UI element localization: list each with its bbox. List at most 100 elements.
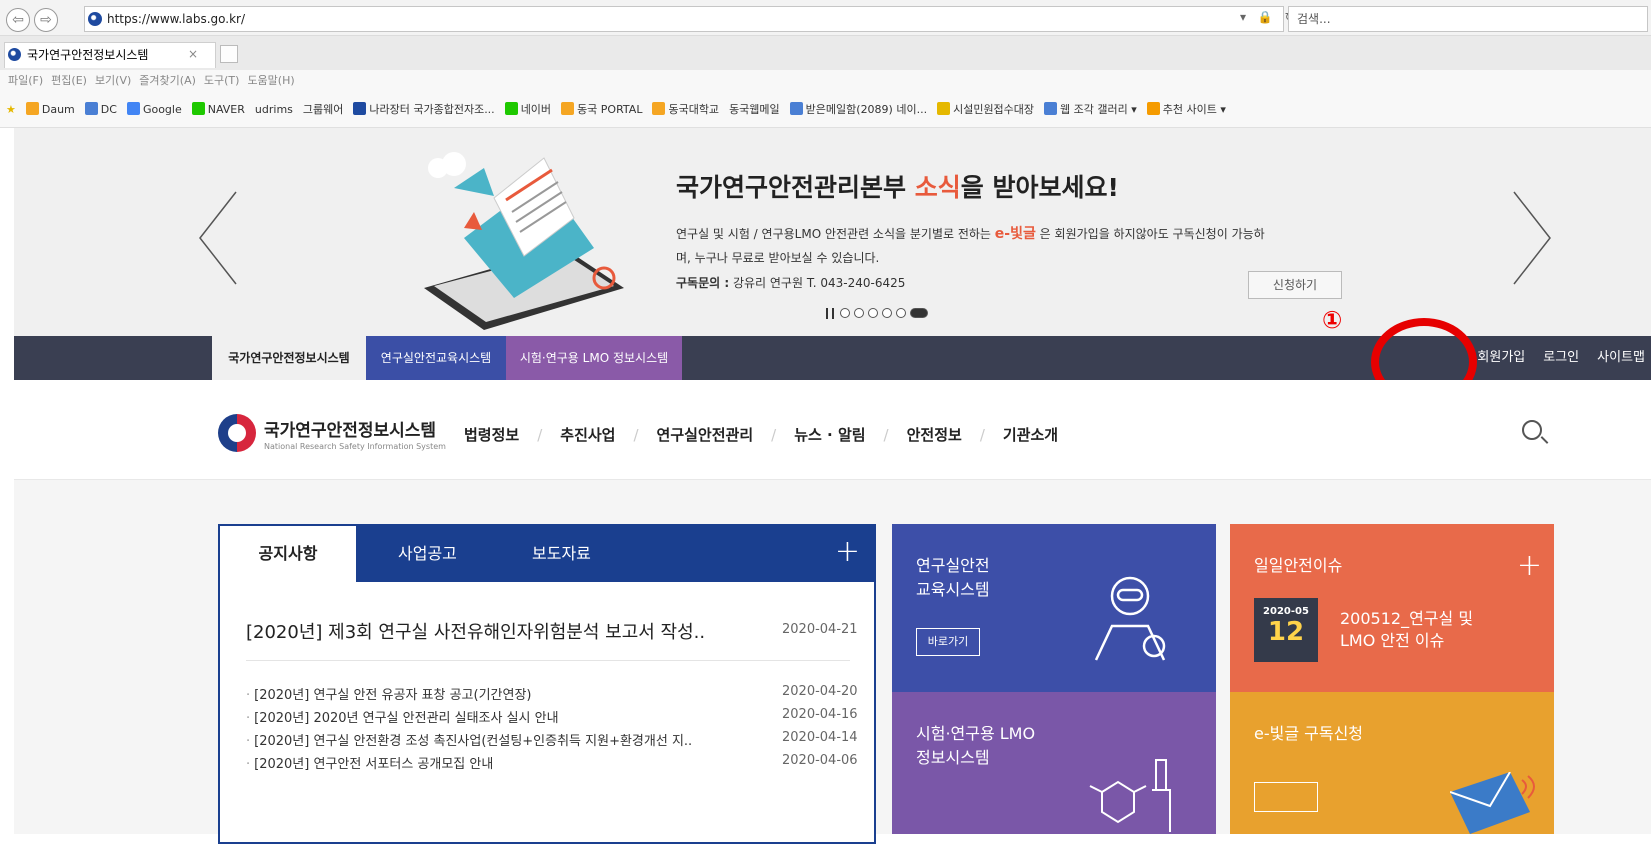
gnb-menu-item[interactable]: 추진사업	[560, 426, 615, 444]
gnb-menu-item[interactable]: 기관소개	[1003, 426, 1058, 444]
step-number-marker: ①	[1322, 306, 1343, 334]
favorite-link[interactable]: NAVER	[191, 92, 245, 128]
slider-dot[interactable]	[896, 308, 906, 318]
banner-description: 연구실 및 시험 / 연구용LMO 안전관련 소식을 분기별로 전하는 e-빛글…	[676, 222, 1276, 270]
favorite-link[interactable]: 동국대학교	[652, 92, 719, 128]
contact-text: 강유리 연구원 T. 043-240-6425	[729, 276, 906, 290]
favorite-site-icon	[353, 102, 367, 115]
favorite-link[interactable]: 받은메일함(2089) 네이...	[789, 92, 928, 128]
tab-close-icon[interactable]: ×	[188, 47, 198, 61]
forward-button[interactable]: ⇨	[34, 8, 58, 32]
contact-label: 구독문의 :	[676, 276, 730, 290]
tile-daily-safety-issue[interactable]: 일일안전이슈 + 2020-05 12 200512_연구실 및 LMO 안전 …	[1230, 524, 1554, 692]
notice-more-plus-icon[interactable]: +	[835, 534, 860, 569]
tile-lmo-title-line2: 정보시스템	[916, 748, 990, 767]
favorite-link[interactable]: 그룹웨어	[303, 92, 343, 128]
notice-item-title: [2020년] 연구안전 서포터스 공개모집 안내	[254, 757, 494, 772]
slider-dot[interactable]	[910, 308, 928, 318]
favorite-site-icon	[25, 102, 39, 115]
browser-search-input[interactable]: 검색...	[1288, 6, 1648, 32]
gnb-menu-item[interactable]: 법령정보	[464, 426, 519, 444]
browser-tab-active[interactable]: 국가연구안전정보시스템	[4, 42, 216, 68]
sitemap-link[interactable]: 사이트맵	[1597, 350, 1645, 365]
notice-list-item[interactable]: · [2020년] 연구실 안전 유공자 표창 공고(기간연장) 2020-04-2…	[246, 684, 858, 707]
favorite-link[interactable]: DC	[84, 92, 117, 128]
favorite-label: Google	[142, 103, 182, 116]
tab-lab-safety-education[interactable]: 연구실안전교육시스템	[366, 336, 506, 380]
tab-strip: 국가연구안전정보시스템 ×	[0, 36, 1651, 70]
browser-menu-item[interactable]: 도움말(H)	[247, 74, 294, 87]
subscribe-button[interactable]	[1254, 782, 1318, 812]
gnb-separator: /	[633, 426, 639, 444]
favorite-link[interactable]: 시설민원접수대장	[937, 92, 1034, 128]
slider-dot[interactable]	[854, 308, 864, 318]
browser-menu-item[interactable]: 도구(T)	[204, 74, 240, 87]
slider-dot[interactable]	[882, 308, 892, 318]
tile-lab-safety-education[interactable]: 연구실안전 교육시스템 바로가기	[892, 524, 1216, 692]
divider	[246, 660, 850, 661]
issue-title-line2: LMO 안전 이슈	[1340, 631, 1445, 650]
gnb-menu-item[interactable]: 연구실안전관리	[657, 426, 754, 444]
tab-business-announcements[interactable]: 사업공고	[398, 526, 457, 582]
tab-notices[interactable]: 공지사항	[220, 526, 356, 582]
bullet-icon: ·	[246, 757, 251, 772]
favorite-link[interactable]: 웹 조각 갤러리 ▾	[1044, 92, 1137, 128]
back-arrow-icon: ⇦	[12, 12, 24, 28]
favorite-link[interactable]: Daum	[25, 92, 75, 128]
favorite-label: udrims	[254, 103, 293, 116]
tile-ebitgeul-subscription[interactable]: e-빛글 구독신청	[1230, 692, 1554, 834]
search-icon[interactable]	[1522, 420, 1542, 440]
gnb-menu-item[interactable]: 안전정보	[907, 426, 962, 444]
tab-press-releases[interactable]: 보도자료	[532, 526, 591, 582]
favorite-link[interactable]: 동국웹메일	[729, 92, 780, 128]
headline-notice[interactable]: [2020년] 제3회 연구실 사전유해인자위험분석 보고서 작성..	[246, 618, 705, 644]
gnb-menu-item[interactable]: 뉴스 · 알림	[794, 426, 865, 444]
banner-prev-arrow-icon[interactable]	[194, 188, 244, 288]
tab-lmo-info-system[interactable]: 시험·연구용 LMO 정보시스템	[506, 336, 682, 380]
top-utility-links: 회원가입 로그인 사이트맵	[1459, 336, 1645, 380]
banner-title-post: 을 받아보세요!	[960, 173, 1119, 202]
favorites-bar: ★ Daum DC Google NAVER udrims 그룹웨어 나라장터 국가종합전자조…	[0, 92, 1651, 128]
tile-lmo-info-system[interactable]: 시험·연구용 LMO 정보시스템	[892, 692, 1216, 834]
back-button[interactable]: ⇦	[6, 8, 30, 32]
issue-more-plus-icon[interactable]: +	[1517, 548, 1542, 583]
logo-title[interactable]: 국가연구안전정보시스템	[264, 416, 436, 441]
favorite-link[interactable]: 나라장터 국가종합전자조...	[353, 92, 495, 128]
pause-icon[interactable]	[826, 307, 834, 319]
favorite-link[interactable]: 동국 PORTAL	[561, 92, 642, 128]
notice-list-item[interactable]: · [2020년] 2020년 연구실 안전관리 실태조사 실시 안내 2020-0…	[246, 707, 858, 730]
global-nav: 법령정보 / 추진사업 / 연구실안전관리 / 뉴스 · 알림 / 안전정보 / 기관소개	[464, 424, 1076, 445]
new-tab-button[interactable]	[220, 45, 238, 63]
favorite-site-icon	[1146, 102, 1160, 115]
favorite-link[interactable]: 추천 사이트 ▾	[1146, 92, 1226, 128]
notice-item-date: 2020-04-14	[782, 730, 858, 745]
browser-menu-item[interactable]: 즐겨찾기(A)	[139, 74, 196, 87]
signup-link[interactable]: 회원가입	[1477, 350, 1525, 365]
tab-national-research-safety[interactable]: 국가연구안전정보시스템	[212, 336, 366, 380]
login-link[interactable]: 로그인	[1543, 350, 1579, 365]
tile-lmo-title: 시험·연구용 LMO 정보시스템	[916, 722, 1035, 770]
browser-menu-item[interactable]: 편집(E)	[51, 74, 87, 87]
favorite-link[interactable]: udrims	[255, 92, 293, 128]
notice-list-item[interactable]: · [2020년] 연구안전 서포터스 공개모집 안내 2020-04-06	[246, 753, 858, 776]
edu-shortcut-button[interactable]: 바로가기	[916, 628, 980, 656]
notice-list-item[interactable]: · [2020년] 연구실 안전환경 조성 촉진사업(컨설팅+인증취득 지원+환경…	[246, 730, 858, 753]
tile-subscribe-title: e-빛글 구독신청	[1254, 724, 1364, 743]
envelope-icon	[1450, 772, 1535, 834]
browser-menu-item[interactable]: 파일(F)	[8, 74, 43, 87]
browser-menu-item[interactable]: 보기(V)	[95, 74, 131, 87]
favorite-label: NAVER	[207, 103, 245, 116]
favorites-star-icon[interactable]: ★	[6, 92, 16, 128]
favorite-link[interactable]: 네이버	[504, 92, 551, 128]
taegeuk-logo-icon[interactable]	[218, 414, 256, 452]
favorite-label: 받은메일함(2089) 네이...	[805, 103, 928, 116]
slider-dot[interactable]	[840, 308, 850, 318]
slider-dot[interactable]	[868, 308, 878, 318]
url-input[interactable]: https://www.labs.go.kr/	[84, 6, 1284, 32]
site-favicon-icon	[88, 12, 102, 26]
browser-chrome: ⇦ ⇨ https://www.labs.go.kr/ ▾ 🔒 ↻ 검색... …	[0, 0, 1651, 128]
favorite-link[interactable]: Google	[126, 92, 182, 128]
apply-button[interactable]: 신청하기	[1248, 271, 1342, 299]
banner-next-arrow-icon[interactable]	[1506, 188, 1556, 288]
issue-title[interactable]: 200512_연구실 및 LMO 안전 이슈	[1340, 608, 1473, 652]
